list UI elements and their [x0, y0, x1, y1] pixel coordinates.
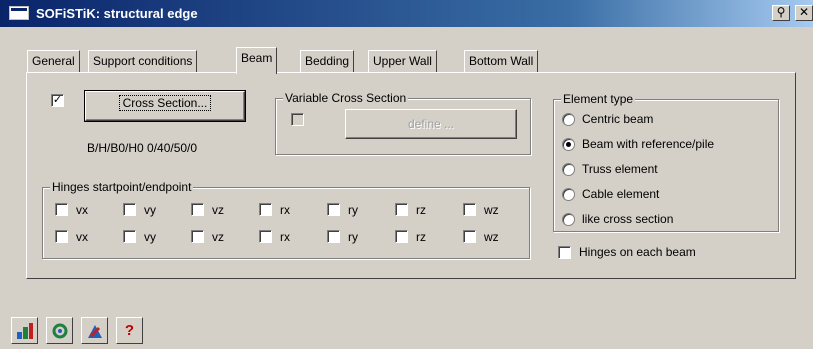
- window-title: SOFiSTiK: structural edge: [36, 6, 198, 21]
- structure-wizard-button[interactable]: [11, 317, 38, 344]
- hinge-end-vy-checkbox[interactable]: [123, 230, 136, 243]
- hinge-end-vx-checkbox[interactable]: [55, 230, 68, 243]
- settings-icon: [52, 323, 67, 339]
- hinge-start-wz-checkbox[interactable]: [463, 203, 476, 216]
- cross-section-value: B/H/B0/H0 0/40/50/0: [87, 141, 198, 155]
- tab-beam[interactable]: Beam: [236, 47, 278, 74]
- cross-section-checkbox[interactable]: ✓: [51, 94, 64, 107]
- hinge-start-rz-checkbox[interactable]: [395, 203, 408, 216]
- check-icon: ✓: [52, 94, 63, 106]
- settings-button[interactable]: [46, 317, 73, 344]
- close-button[interactable]: ✕: [795, 5, 813, 21]
- radio-centric-beam[interactable]: [562, 113, 575, 126]
- hinge-end-wz-checkbox[interactable]: [463, 230, 476, 243]
- beam-tab-panel: ✓ Cross Section... B/H/B0/H0 0/40/50/0 V…: [26, 72, 796, 279]
- tab-bottom-wall[interactable]: Bottom Wall: [464, 50, 539, 72]
- cross-section-button[interactable]: Cross Section...: [84, 90, 246, 122]
- hinge-end-ry-checkbox[interactable]: [327, 230, 340, 243]
- graphics-icon: [87, 325, 102, 338]
- hinges-legend: Hinges startpoint/endpoint: [50, 180, 194, 194]
- define-button[interactable]: define ...: [345, 109, 517, 139]
- element-type-legend: Element type: [561, 92, 636, 106]
- radio-like-cross-section[interactable]: [562, 213, 575, 226]
- graphics-button[interactable]: [81, 317, 108, 344]
- hinge-start-vz-checkbox[interactable]: [191, 203, 204, 216]
- hinge-start-vx-checkbox[interactable]: [55, 203, 68, 216]
- hinge-start-vy-checkbox[interactable]: [123, 203, 136, 216]
- pin-icon: ⚲: [776, 5, 786, 19]
- hinge-end-rz-checkbox[interactable]: [395, 230, 408, 243]
- hinge-start-rx-checkbox[interactable]: [259, 203, 272, 216]
- hinge-end-rx-checkbox[interactable]: [259, 230, 272, 243]
- radio-truss-element[interactable]: [562, 163, 575, 176]
- hinges-on-each-beam-checkbox[interactable]: [558, 246, 571, 259]
- hinge-start-ry-checkbox[interactable]: [327, 203, 340, 216]
- pin-button[interactable]: ⚲: [772, 5, 790, 21]
- structure-wizard-icon: [16, 323, 33, 339]
- radio-cable-element[interactable]: [562, 188, 575, 201]
- title-bar[interactable]: SOFiSTiK: structural edge ⚲ ✕: [0, 0, 813, 27]
- close-icon: ✕: [798, 5, 810, 19]
- radio-beam-with-reference-pile[interactable]: [562, 138, 575, 151]
- tab-upper-wall[interactable]: Upper Wall: [368, 50, 437, 72]
- tab-bedding[interactable]: Bedding: [300, 50, 355, 72]
- tab-support-conditions[interactable]: Support conditions: [88, 50, 198, 72]
- element-type-group: Element type Centric beam Beam with refe…: [553, 92, 779, 232]
- help-button[interactable]: ?: [116, 317, 143, 344]
- app-window-icon: [9, 6, 29, 20]
- hinges-on-each-beam-label: Hinges on each beam: [579, 245, 696, 259]
- variable-cross-section-legend: Variable Cross Section: [283, 91, 409, 105]
- hinges-group: Hinges startpoint/endpoint vx vy vz rx r…: [42, 180, 530, 259]
- variable-cross-section-group: Variable Cross Section define ...: [275, 91, 531, 155]
- variable-cross-section-checkbox[interactable]: [291, 113, 304, 126]
- hinge-end-vz-checkbox[interactable]: [191, 230, 204, 243]
- help-icon: ?: [124, 322, 135, 339]
- tab-general[interactable]: General: [27, 50, 80, 72]
